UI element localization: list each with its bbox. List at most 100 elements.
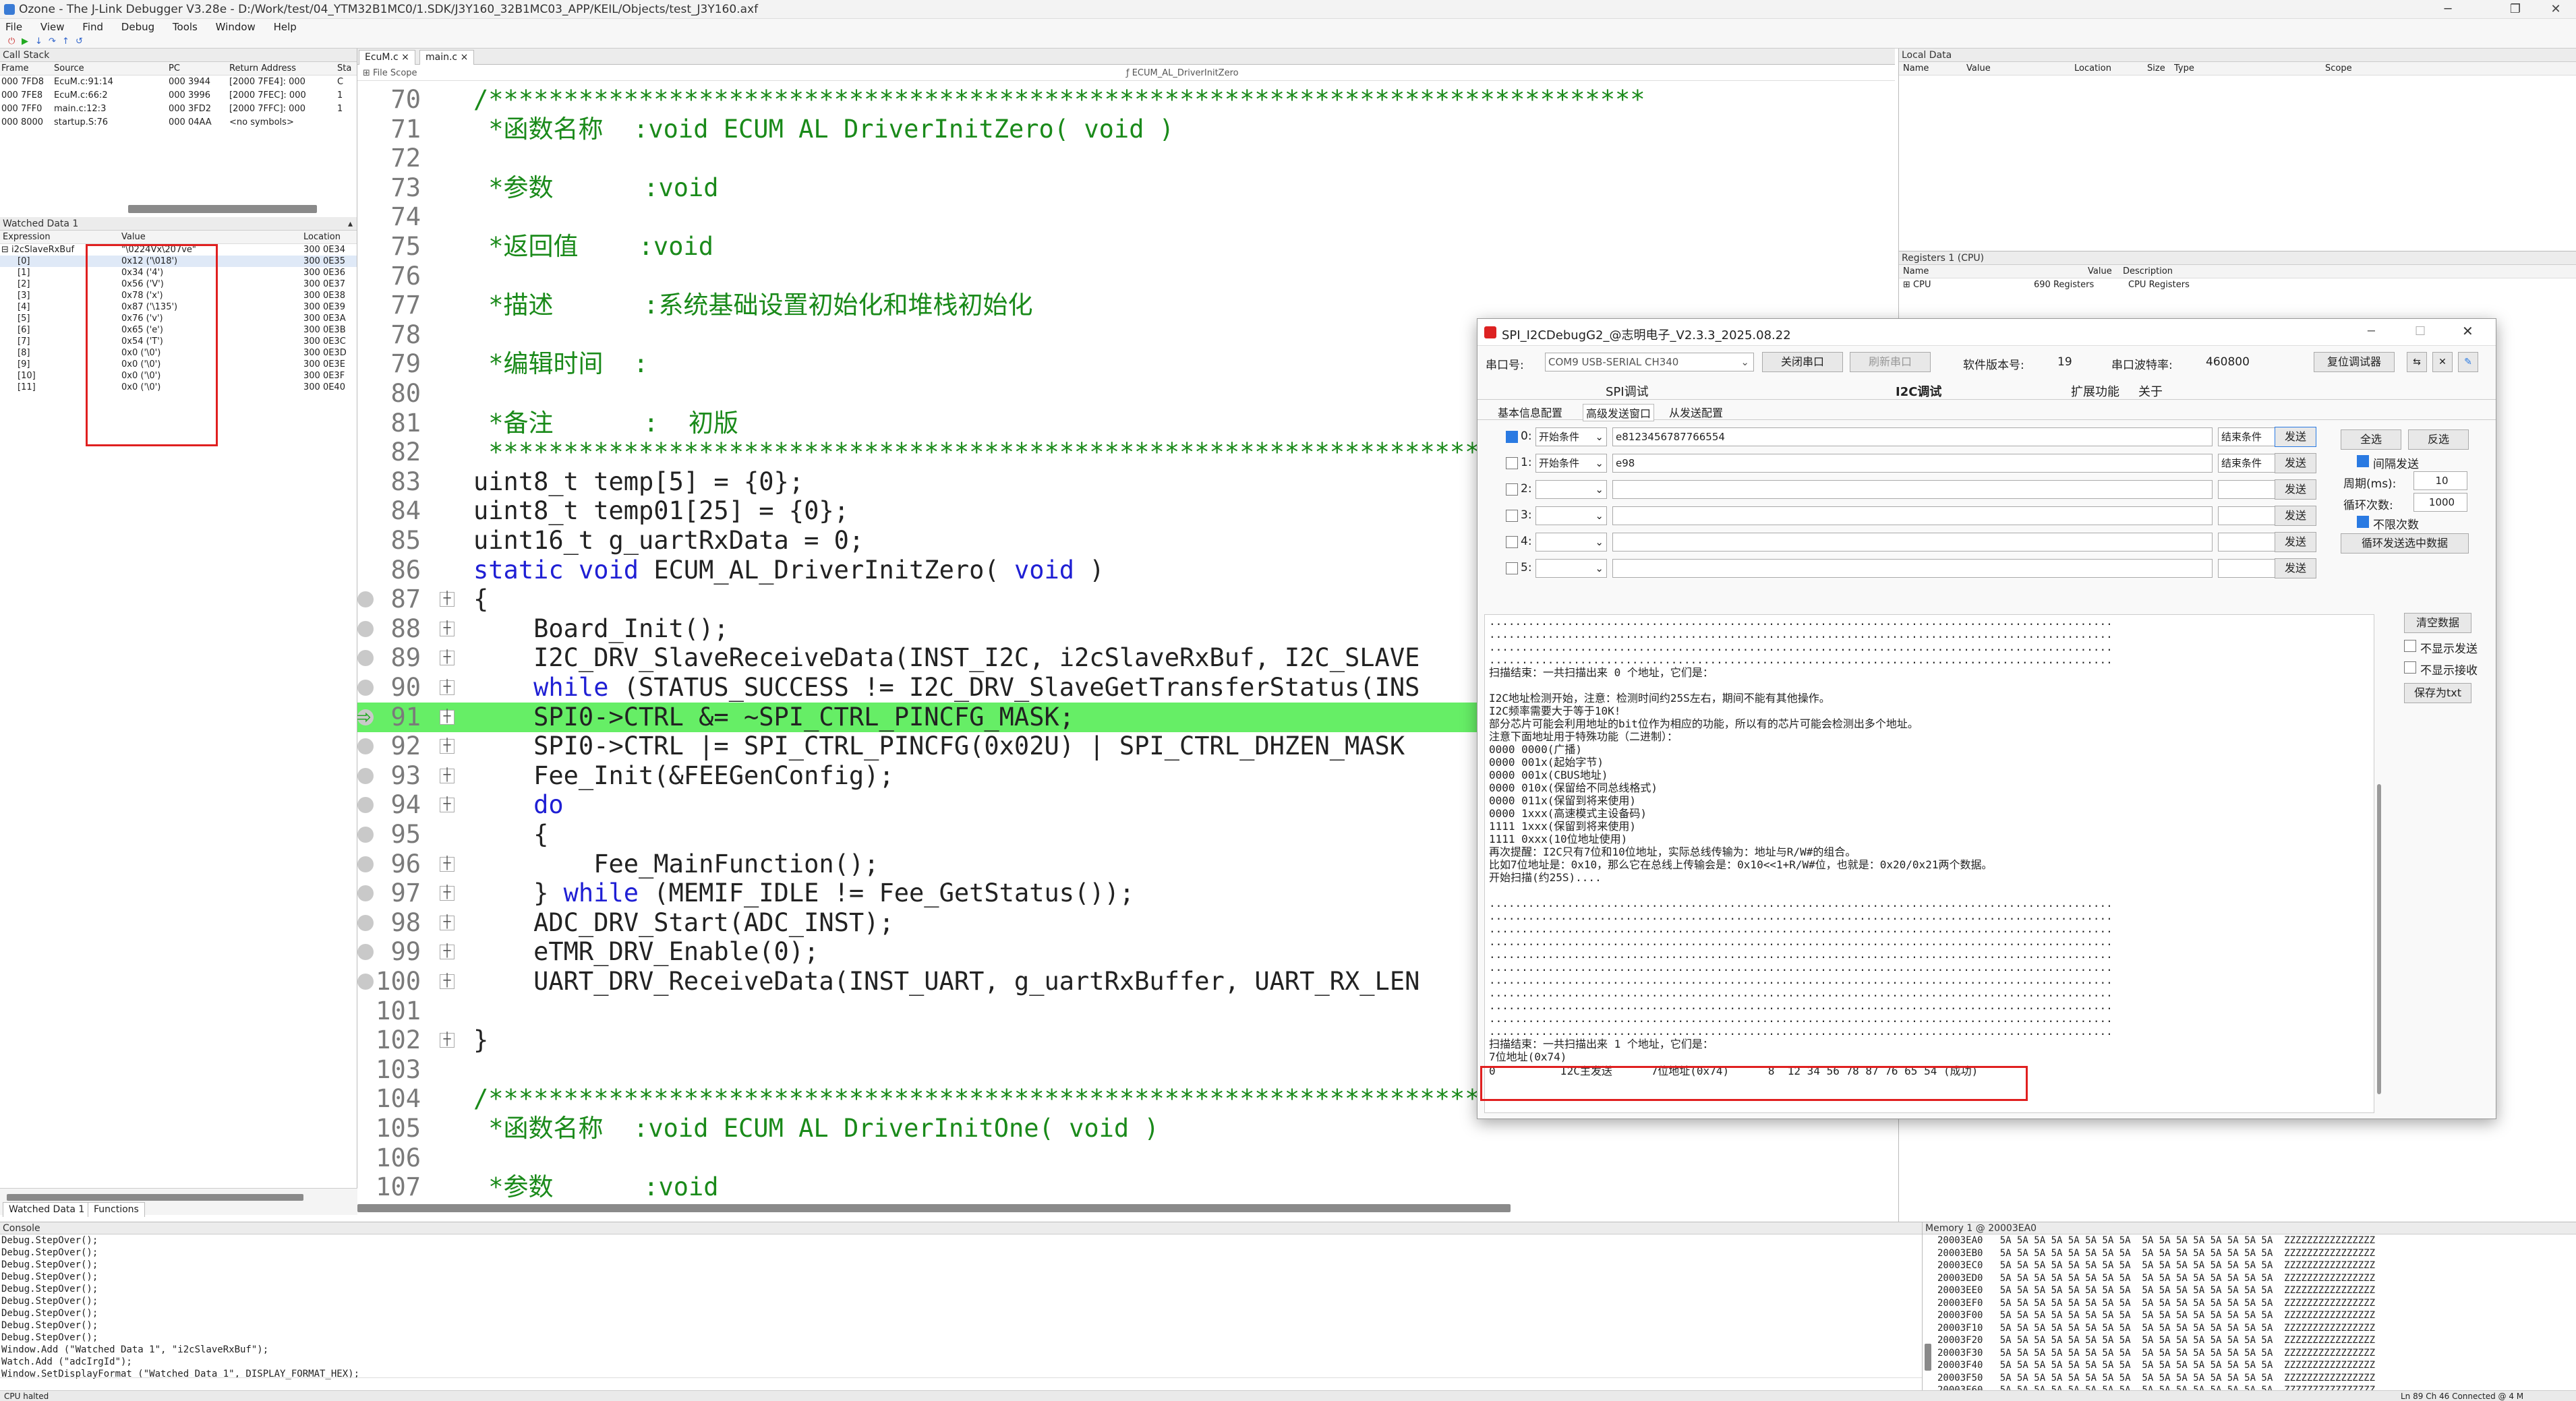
send-button[interactable]: 发送 (2275, 532, 2316, 552)
pin-icon[interactable]: ✎ (2458, 352, 2478, 372)
watched-scrollbar[interactable] (7, 1194, 303, 1201)
send-data-input[interactable] (1612, 480, 2213, 499)
send-data-input[interactable] (1612, 533, 2213, 552)
start-condition-select[interactable]: 开始条件 ⌄ (1535, 454, 1607, 473)
expand-icon[interactable]: ┼ (440, 680, 455, 695)
menu-view[interactable]: View (40, 21, 65, 33)
call-stack-row[interactable]: 000 7FD8 EcuM.c:91:14 000 3944 [2000 7FE4]:… (0, 76, 357, 89)
tab-functions[interactable]: Functions (88, 1202, 145, 1217)
expand-icon[interactable]: ┼ (440, 651, 455, 666)
send-data-input[interactable] (1612, 559, 2213, 578)
send-data-input[interactable]: e8123456787766554 (1612, 427, 2213, 446)
expand-icon[interactable]: ┼ (440, 739, 455, 754)
start-condition-select[interactable]: ⌄ (1535, 533, 1607, 552)
step-out-icon[interactable]: ↑ (62, 36, 69, 47)
menu-tools[interactable]: Tools (173, 21, 198, 33)
step-into-icon[interactable]: ↓ (35, 36, 42, 47)
save-txt-button[interactable]: 保存为txt (2404, 683, 2471, 703)
breakpoint-marker[interactable] (357, 827, 374, 843)
log-output[interactable]: ........................................… (1484, 614, 2374, 1113)
unlimited-checkbox[interactable] (2357, 516, 2369, 528)
reset-icon[interactable]: ↺ (76, 36, 83, 47)
send-data-input[interactable]: e98 (1612, 454, 2213, 473)
select-all-button[interactable]: 全选 (2341, 429, 2401, 450)
expand-icon[interactable]: ┼ (440, 768, 455, 783)
minimize-icon[interactable]: ─ (2428, 0, 2468, 19)
tab-spi[interactable]: SPI调试 (1606, 382, 1649, 400)
expand-icon[interactable]: ┼ (440, 856, 455, 872)
breakpoint-marker[interactable] (357, 650, 374, 667)
start-condition-select[interactable]: ⌄ (1535, 506, 1607, 525)
start-condition-select[interactable]: ⌄ (1535, 559, 1607, 578)
send-button[interactable]: 发送 (2275, 453, 2316, 473)
scope-left[interactable]: ⊞ File Scope (363, 66, 417, 81)
log-scrollbar[interactable] (2377, 784, 2381, 1094)
start-condition-select[interactable]: ⌄ (1535, 480, 1607, 499)
send-row-checkbox[interactable] (1506, 510, 1518, 522)
close-icon[interactable]: ✕ (2536, 0, 2576, 19)
breakpoint-marker[interactable] (357, 767, 374, 784)
breakpoint-marker[interactable] (357, 885, 374, 902)
refresh-port-button[interactable]: 刷新串口 (1850, 352, 1931, 372)
tab-extended[interactable]: 扩展功能 (2071, 382, 2119, 400)
no-show-recv-checkbox[interactable] (2404, 661, 2416, 674)
call-stack-row[interactable]: 000 7FE8 EcuM.c:66:2 000 3996 [2000 7FEC]: … (0, 89, 357, 102)
menu-help[interactable]: Help (274, 21, 297, 33)
loops-input[interactable]: 1000 (2413, 493, 2467, 512)
menu-file[interactable]: File (5, 21, 22, 33)
port-select[interactable]: COM9 USB-SERIAL CH340 ⌄ (1545, 353, 1754, 371)
register-row-cpu[interactable]: ⊞ CPU 690 Registers CPU Registers (1899, 278, 2576, 292)
console-input[interactable] (0, 1377, 1922, 1391)
dialog-maximize-icon[interactable]: ☐ (2415, 324, 2426, 338)
send-row-checkbox[interactable] (1506, 536, 1518, 548)
reset-debugger-button[interactable]: 复位调试器 (2314, 352, 2395, 372)
breakpoint-marker[interactable] (357, 591, 374, 608)
breakpoint-marker[interactable] (357, 974, 374, 990)
maximize-icon[interactable]: ❐ (2495, 0, 2536, 19)
tab-about[interactable]: 关于 (2138, 382, 2163, 400)
send-row-checkbox[interactable] (1506, 483, 1518, 496)
scope-right[interactable]: ƒ ECUM_AL_DriverInitZero (1126, 66, 1239, 81)
expand-icon[interactable]: ┼ (440, 1033, 455, 1048)
expand-icon[interactable]: ┼ (440, 798, 455, 813)
invert-button[interactable]: 反选 (2408, 429, 2469, 450)
tab-main-c[interactable]: main.c × (419, 50, 475, 65)
tab-ecum-c[interactable]: EcuM.c × (359, 50, 415, 65)
breakpoint-marker[interactable] (357, 738, 374, 755)
breakpoint-marker[interactable] (357, 944, 374, 961)
send-button[interactable]: 发送 (2275, 479, 2316, 500)
power-icon[interactable]: ⏻ (8, 36, 15, 47)
send-row-checkbox[interactable] (1506, 431, 1518, 443)
breakpoint-marker[interactable] (357, 856, 374, 872)
call-stack-scrollbar[interactable] (128, 205, 317, 213)
expand-icon[interactable]: ┼ (440, 915, 455, 930)
tab-watched-data[interactable]: Watched Data 1 (3, 1202, 91, 1217)
menu-find[interactable]: Find (82, 21, 103, 33)
memory-scrollbar[interactable] (1925, 1344, 1931, 1371)
expand-icon[interactable]: ┼ (440, 709, 455, 725)
tab-slave-send-config[interactable]: 从发送配置 (1669, 404, 1723, 420)
send-button[interactable]: 发送 (2275, 506, 2316, 526)
run-icon[interactable]: ▶ (22, 36, 28, 47)
tab-i2c[interactable]: I2C调试 (1896, 382, 1941, 400)
send-data-input[interactable] (1612, 506, 2213, 525)
menu-window[interactable]: Window (216, 21, 256, 33)
step-over-icon[interactable]: ↷ (49, 36, 56, 47)
crossed-icon[interactable]: ✕ (2432, 352, 2453, 372)
tab-advanced-send[interactable]: 高级发送窗口 (1583, 404, 1655, 421)
breakpoint-marker[interactable] (357, 620, 374, 637)
period-input[interactable]: 10 (2413, 471, 2467, 490)
call-stack-row[interactable]: 000 7FF0 main.c:12:3 000 3FD2 [2000 7FFC]: … (0, 102, 357, 116)
call-stack-row[interactable]: 000 8000 startup.S:76 000 04AA <no symbols> (0, 116, 357, 129)
start-condition-select[interactable]: 开始条件 ⌄ (1535, 427, 1607, 446)
close-port-button[interactable]: 关闭串口 (1762, 352, 1843, 372)
breakpoint-marker[interactable] (357, 680, 374, 696)
expand-icon[interactable]: ┼ (440, 974, 455, 989)
expand-icon[interactable]: ┼ (440, 886, 455, 901)
dialog-minimize-icon[interactable]: ─ (2368, 324, 2375, 338)
menu-debug[interactable]: Debug (121, 21, 154, 33)
editor-hscrollbar[interactable] (357, 1204, 1511, 1212)
loop-send-checkbox[interactable] (2357, 455, 2369, 467)
send-button[interactable]: 发送 (2275, 558, 2316, 578)
swap-icon[interactable]: ⇆ (2407, 352, 2427, 372)
